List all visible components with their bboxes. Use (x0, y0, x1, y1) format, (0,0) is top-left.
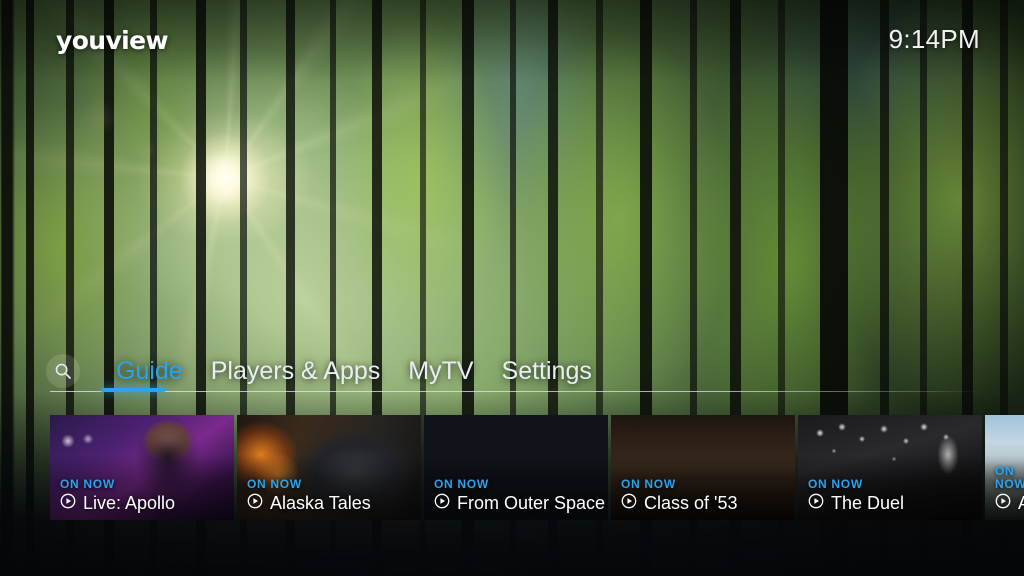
play-circle-icon (995, 493, 1011, 514)
carousel-card[interactable]: ON NOW Class of '53 (611, 415, 795, 520)
card-title: Alp (1018, 493, 1024, 514)
status-badge: ON NOW (247, 476, 302, 491)
clock: 9:14PM (888, 24, 980, 54)
card-title-row: Live: Apollo (60, 493, 228, 514)
nav-item-mytv[interactable]: MyTV (394, 357, 487, 386)
card-meta: ON NOW Class of '53 (621, 476, 789, 514)
search-icon (54, 362, 72, 380)
youview-home-screen: youview 9:14PM Guide Players & Apps MyTV… (0, 0, 1024, 576)
card-meta: ON NOW Live: Apollo (60, 476, 228, 514)
card-meta: ON NOW From Outer Space (434, 476, 606, 514)
card-meta: ON NOW Alp (995, 463, 1024, 514)
card-meta: ON NOW The Duel (808, 476, 976, 514)
carousel-card[interactable]: ON NOW Alp (985, 415, 1024, 520)
play-circle-icon (808, 493, 824, 514)
nav-active-indicator (101, 388, 165, 392)
card-title-row: Class of '53 (621, 493, 789, 514)
card-title: Live: Apollo (83, 493, 176, 514)
nav-divider (50, 391, 978, 392)
card-title-row: From Outer Space (434, 493, 606, 514)
carousel-card[interactable]: ON NOW Alaska Tales (237, 415, 421, 520)
card-title: Class of '53 (644, 493, 738, 514)
card-title-row: The Duel (808, 493, 976, 514)
status-badge: ON NOW (808, 476, 863, 491)
card-title: From Outer Space (457, 493, 606, 514)
card-title-row: Alaska Tales (247, 493, 415, 514)
on-now-carousel[interactable]: ON NOW Live: Apollo ON NOW Alaska Tales … (50, 415, 1024, 520)
youview-logo: youview (56, 26, 169, 55)
carousel-card[interactable]: ON NOW The Duel (798, 415, 982, 520)
play-circle-icon (621, 493, 637, 514)
nav-item-guide[interactable]: Guide (102, 357, 197, 386)
card-title: Alaska Tales (270, 493, 371, 514)
status-badge: ON NOW (995, 463, 1024, 491)
status-badge: ON NOW (60, 476, 115, 491)
play-circle-icon (434, 493, 450, 514)
card-title: The Duel (831, 493, 905, 514)
card-title-row: Alp (995, 493, 1024, 514)
nav-item-players-apps[interactable]: Players & Apps (197, 357, 395, 386)
status-badge: ON NOW (621, 476, 676, 491)
play-circle-icon (247, 493, 263, 514)
search-button[interactable] (46, 354, 80, 388)
play-circle-icon (60, 493, 76, 514)
card-meta: ON NOW Alaska Tales (247, 476, 415, 514)
carousel-card[interactable]: ON NOW Live: Apollo (50, 415, 234, 520)
status-badge: ON NOW (434, 476, 489, 491)
carousel-card[interactable]: ON NOW From Outer Space (424, 415, 608, 520)
nav-item-settings[interactable]: Settings (488, 357, 606, 386)
